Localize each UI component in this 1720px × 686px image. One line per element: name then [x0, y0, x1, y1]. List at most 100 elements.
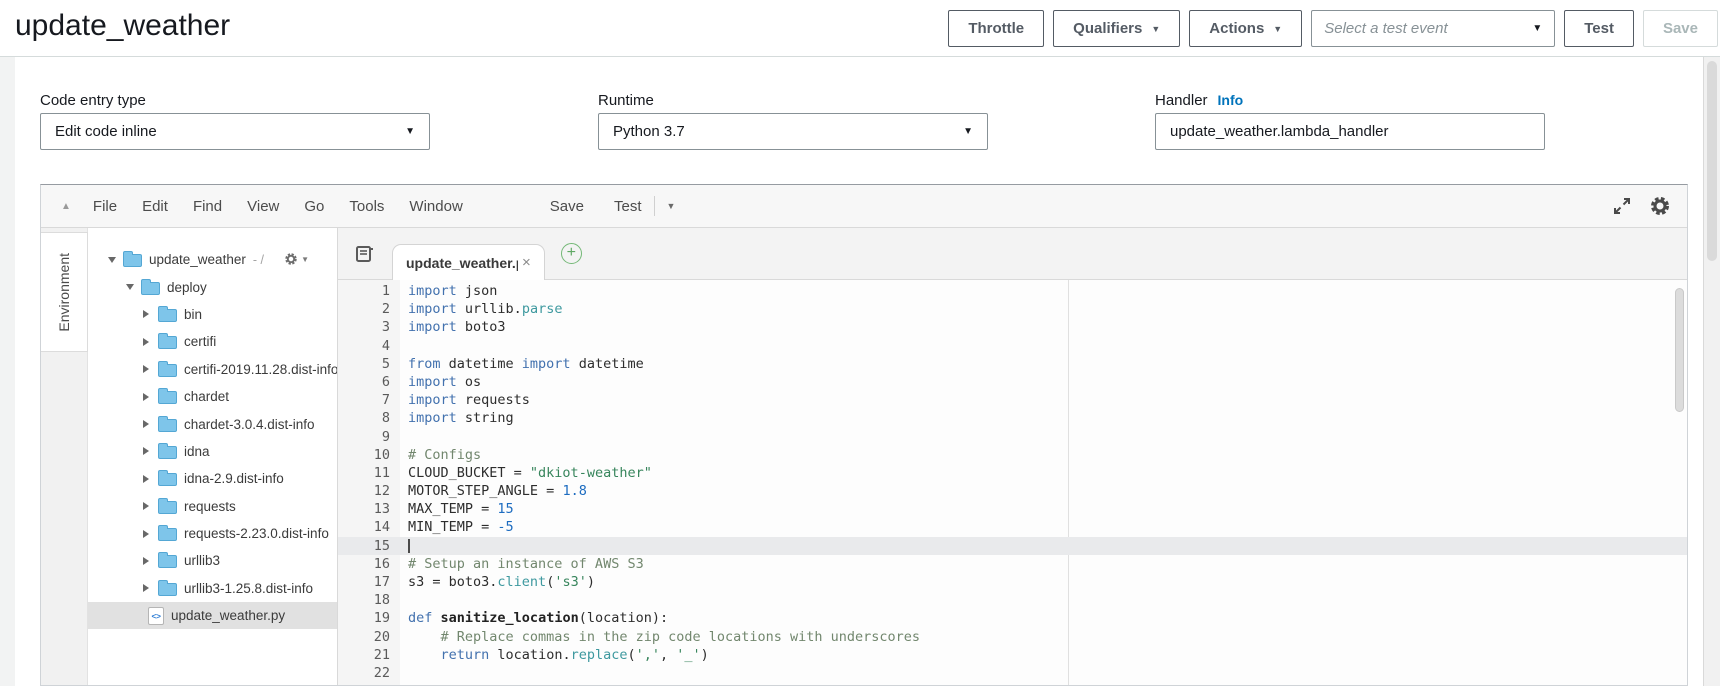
caret-right-icon[interactable] [143, 475, 153, 483]
menu-find[interactable]: Find [193, 198, 222, 215]
code-line-22[interactable]: 22 [338, 664, 1687, 682]
caret-right-icon[interactable] [143, 338, 153, 346]
line-number[interactable]: 19 [338, 609, 390, 627]
tree-settings-gear-icon[interactable]: ▼ [284, 252, 309, 266]
save-button[interactable]: Save [1643, 10, 1718, 47]
line-number[interactable]: 12 [338, 482, 390, 500]
tree-item-requests-2.23.0.dist-info[interactable]: requests-2.23.0.dist-info [88, 520, 337, 547]
code-line-10[interactable]: 10# Configs [338, 446, 1687, 464]
line-number[interactable]: 15 [338, 537, 390, 555]
page-scrollbar-thumb[interactable] [1707, 61, 1717, 261]
tree-item-requests[interactable]: requests [88, 493, 337, 520]
caret-down-icon[interactable] [108, 257, 118, 263]
line-number[interactable]: 21 [338, 646, 390, 664]
menu-window[interactable]: Window [409, 198, 462, 215]
code-line-1[interactable]: 1import json [338, 282, 1687, 300]
line-number[interactable]: 23 [338, 682, 390, 685]
code-line-12[interactable]: 12MOTOR_STEP_ANGLE = 1.8 [338, 482, 1687, 500]
runtime-select[interactable]: Python 3.7 ▼ [598, 113, 988, 150]
menu-go[interactable]: Go [304, 198, 324, 215]
line-number[interactable]: 6 [338, 373, 390, 391]
throttle-button[interactable]: Throttle [948, 10, 1044, 47]
code-entry-type-select[interactable]: Edit code inline ▼ [40, 113, 430, 150]
line-number[interactable]: 10 [338, 446, 390, 464]
code-line-18[interactable]: 18 [338, 591, 1687, 609]
collapse-editor-icon[interactable]: ▲ [61, 201, 71, 212]
line-number[interactable]: 1 [338, 282, 390, 300]
line-number[interactable]: 4 [338, 337, 390, 355]
test-dropdown-icon[interactable]: ▼ [667, 201, 676, 211]
menu-edit[interactable]: Edit [142, 198, 168, 215]
line-number[interactable]: 5 [338, 355, 390, 373]
line-number[interactable]: 17 [338, 573, 390, 591]
tab-update-weather-py[interactable]: update_weather.py × [392, 244, 545, 280]
page-scrollbar[interactable] [1703, 57, 1720, 686]
new-tab-icon[interactable]: + [561, 243, 582, 264]
caret-right-icon[interactable] [143, 584, 153, 592]
tree-item-certifi-2019.11.28.dist-info[interactable]: certifi-2019.11.28.dist-info [88, 356, 337, 383]
code-line-3[interactable]: 3import boto3 [338, 318, 1687, 336]
close-tab-icon[interactable]: × [522, 254, 531, 271]
line-number[interactable]: 16 [338, 555, 390, 573]
caret-down-icon[interactable] [126, 284, 136, 290]
tree-item-idna[interactable]: idna [88, 438, 337, 465]
test-event-select[interactable]: Select a test event ▼ [1311, 10, 1555, 47]
caret-right-icon[interactable] [143, 502, 153, 510]
tree-item-idna-2.9.dist-info[interactable]: idna-2.9.dist-info [88, 465, 337, 492]
line-number[interactable]: 7 [338, 391, 390, 409]
environment-tab[interactable]: Environment [41, 232, 88, 352]
line-number[interactable]: 11 [338, 464, 390, 482]
editor-test-menu[interactable]: Test [614, 198, 642, 215]
code-area[interactable]: 1import json2import urllib.parse3import … [338, 280, 1687, 685]
code-line-7[interactable]: 7import requests [338, 391, 1687, 409]
code-line-11[interactable]: 11CLOUD_BUCKET = "dkiot-weather" [338, 464, 1687, 482]
caret-right-icon[interactable] [143, 393, 153, 401]
caret-right-icon[interactable] [143, 557, 153, 565]
qualifiers-button[interactable]: Qualifiers ▼ [1053, 10, 1180, 47]
code-line-21[interactable]: 21 return location.replace(',', '_') [338, 646, 1687, 664]
line-number[interactable]: 18 [338, 591, 390, 609]
line-number[interactable]: 22 [338, 664, 390, 682]
test-button[interactable]: Test [1564, 10, 1634, 47]
tree-item-bin[interactable]: bin [88, 301, 337, 328]
code-line-6[interactable]: 6import os [338, 373, 1687, 391]
code-line-9[interactable]: 9 [338, 428, 1687, 446]
code-line-8[interactable]: 8import string [338, 409, 1687, 427]
fullscreen-icon[interactable] [1612, 196, 1632, 216]
caret-right-icon[interactable] [143, 530, 153, 538]
tree-item-urllib3-1.25.8.dist-info[interactable]: urllib3-1.25.8.dist-info [88, 575, 337, 602]
caret-right-icon[interactable] [143, 310, 153, 318]
tree-item-update_weather[interactable]: update_weather- /▼ [88, 246, 337, 273]
code-line-17[interactable]: 17s3 = boto3.client('s3') [338, 573, 1687, 591]
code-line-19[interactable]: 19def sanitize_location(location): [338, 609, 1687, 627]
menu-view[interactable]: View [247, 198, 279, 215]
code-line-14[interactable]: 14MIN_TEMP = -5 [338, 518, 1687, 536]
code-line-20[interactable]: 20 # Replace commas in the zip code loca… [338, 628, 1687, 646]
gear-icon[interactable] [1649, 195, 1671, 217]
tab-list-icon[interactable] [356, 246, 374, 262]
code-line-16[interactable]: 16# Setup an instance of AWS S3 [338, 555, 1687, 573]
tree-item-chardet[interactable]: chardet [88, 383, 337, 410]
menu-file[interactable]: File [93, 198, 117, 215]
line-number[interactable]: 20 [338, 628, 390, 646]
handler-input[interactable]: update_weather.lambda_handler [1155, 113, 1545, 150]
tree-item-update_weather.py[interactable]: <>update_weather.py [88, 602, 337, 629]
line-number[interactable]: 3 [338, 318, 390, 336]
tree-item-certifi[interactable]: certifi [88, 328, 337, 355]
code-line-5[interactable]: 5from datetime import datetime [338, 355, 1687, 373]
editor-scrollbar-thumb[interactable] [1675, 288, 1684, 412]
line-number[interactable]: 9 [338, 428, 390, 446]
editor-save-menu[interactable]: Save [550, 198, 584, 215]
caret-right-icon[interactable] [143, 420, 153, 428]
tree-item-chardet-3.0.4.dist-info[interactable]: chardet-3.0.4.dist-info [88, 410, 337, 437]
code-line-23[interactable]: 23 [338, 682, 1687, 685]
line-number[interactable]: 14 [338, 518, 390, 536]
code-line-4[interactable]: 4 [338, 337, 1687, 355]
tree-item-deploy[interactable]: deploy [88, 273, 337, 300]
caret-right-icon[interactable] [143, 447, 153, 455]
code-line-2[interactable]: 2import urllib.parse [338, 300, 1687, 318]
line-number[interactable]: 2 [338, 300, 390, 318]
code-line-13[interactable]: 13MAX_TEMP = 15 [338, 500, 1687, 518]
menu-tools[interactable]: Tools [349, 198, 384, 215]
handler-info-link[interactable]: Info [1218, 92, 1244, 108]
